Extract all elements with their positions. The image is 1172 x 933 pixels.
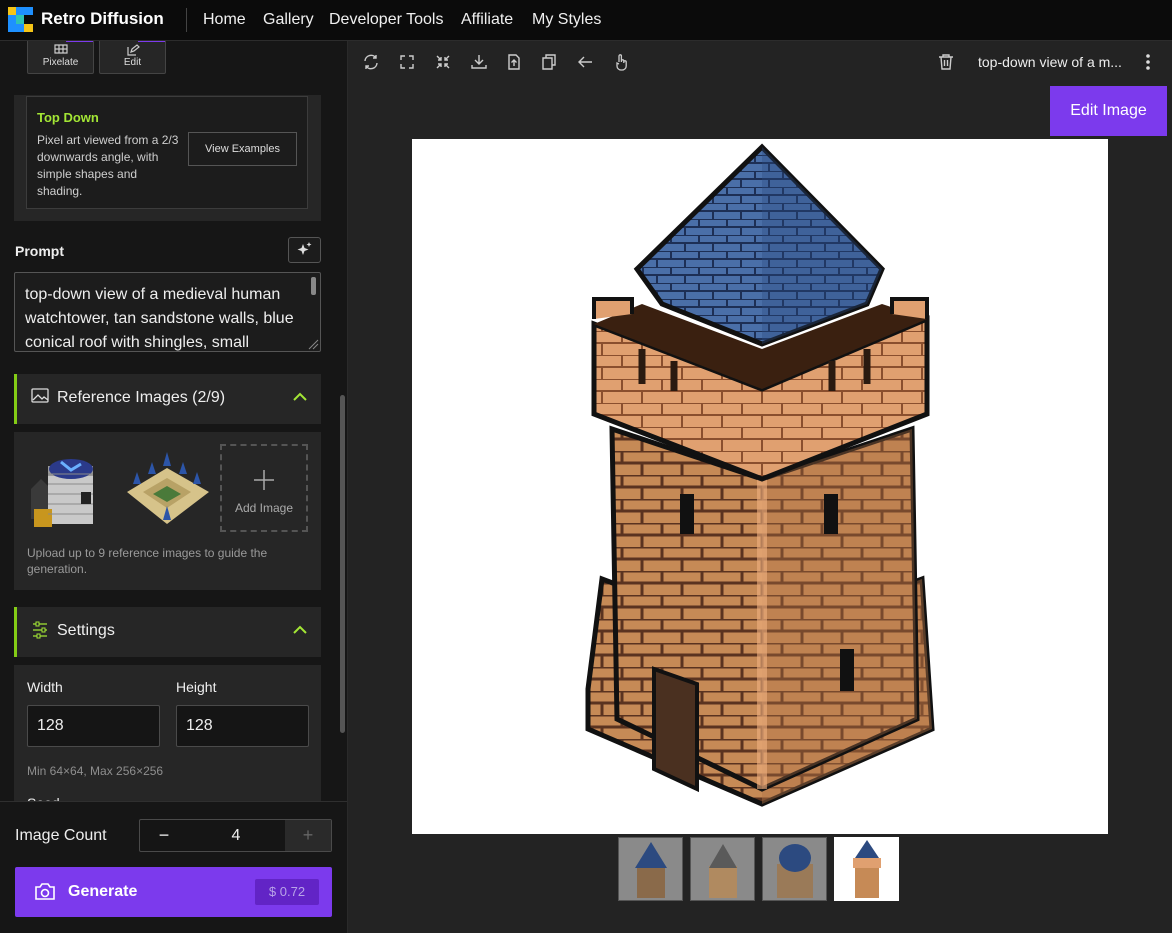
tower-thumbnail <box>709 844 737 898</box>
style-card: Top Down Pixel art viewed from a 2/3 dow… <box>14 95 321 221</box>
reference-image-2[interactable] <box>123 444 211 532</box>
width-input[interactable]: 128 <box>27 705 160 747</box>
nav-affiliate[interactable]: Affiliate <box>461 11 513 29</box>
generate-label: Generate <box>68 883 138 900</box>
grid-icon <box>54 44 68 54</box>
tower-thumbnail <box>853 840 881 898</box>
top-nav-bar: Retro Diffusion Home Gallery Developer T… <box>0 0 1172 41</box>
accent-bar <box>138 41 165 42</box>
pixelate-label: Pixelate <box>42 57 79 68</box>
image-title: top-down view of a m... <box>978 54 1122 70</box>
reference-images-title: Reference Images (2/9) <box>57 389 226 406</box>
edit-image-button[interactable]: Edit Image <box>1050 86 1167 136</box>
tower-ref-image <box>26 444 114 532</box>
size-limits-text: Min 64×64, Max 256×256 <box>27 764 164 778</box>
retro-diffusion-logo[interactable] <box>8 7 33 32</box>
image-icon <box>31 388 49 403</box>
chevron-up-icon[interactable] <box>293 625 307 634</box>
nav-my-styles[interactable]: My Styles <box>532 11 601 29</box>
pointer-icon[interactable] <box>612 53 630 71</box>
sidebar: Pixelate Edit Top Down Pixel art viewed … <box>0 41 348 933</box>
thumbnail-3[interactable] <box>762 837 827 901</box>
enhance-prompt-button[interactable] <box>288 237 321 263</box>
image-count-label: Image Count <box>15 827 107 844</box>
copy-icon[interactable] <box>540 53 558 71</box>
nav-gallery[interactable]: Gallery <box>263 11 314 29</box>
increment-button[interactable]: + <box>285 820 331 851</box>
download-icon[interactable] <box>470 53 488 71</box>
nav-developer-tools[interactable]: Developer Tools <box>329 11 443 29</box>
trash-icon[interactable] <box>937 53 955 71</box>
style-title: Top Down <box>37 110 99 125</box>
settings-title: Settings <box>57 622 115 639</box>
style-description: Pixel art viewed from a 2/3 downwards an… <box>37 133 179 198</box>
accent-bar <box>66 41 93 42</box>
nav-home[interactable]: Home <box>203 11 246 29</box>
reference-images-header[interactable]: Reference Images (2/9) <box>14 374 321 424</box>
sliders-icon <box>33 621 47 639</box>
resize-handle-icon[interactable] <box>308 339 319 350</box>
width-label: Width <box>27 679 63 695</box>
reference-image-1[interactable] <box>26 444 114 532</box>
sidebar-scrollbar[interactable] <box>340 395 345 733</box>
image-count-stepper: − 4 + <box>139 819 332 852</box>
reference-images-panel: Add Image Upload up to 9 reference image… <box>14 432 321 590</box>
castle-ref-image <box>123 444 211 532</box>
pixelate-button[interactable]: Pixelate <box>27 41 94 74</box>
prompt-textarea[interactable]: top-down view of a medieval human watcht… <box>14 272 321 352</box>
view-examples-button[interactable]: View Examples <box>188 132 297 166</box>
sparkle-icon <box>297 242 312 255</box>
add-image-button[interactable]: Add Image <box>220 444 308 532</box>
tower-thumbnail <box>777 844 813 898</box>
brand-name[interactable]: Retro Diffusion <box>41 9 164 29</box>
generate-price: $ 0.72 <box>255 879 319 905</box>
settings-header[interactable]: Settings <box>14 607 321 657</box>
prompt-scrollbar[interactable] <box>311 277 316 295</box>
shrink-icon[interactable] <box>434 53 452 71</box>
back-arrow-icon[interactable] <box>576 53 594 71</box>
decrement-button[interactable]: − <box>140 820 188 851</box>
thumbnail-1[interactable] <box>618 837 683 901</box>
edit-label: Edit <box>123 57 142 68</box>
prompt-label: Prompt <box>15 243 64 259</box>
thumbnail-2[interactable] <box>690 837 755 901</box>
height-label: Height <box>176 679 217 695</box>
watchtower-pixel-art <box>585 143 935 807</box>
generate-button[interactable]: Generate $ 0.72 <box>15 867 332 917</box>
generate-panel: Image Count − 4 + Generate $ 0.72 <box>0 801 347 933</box>
tower-thumbnail <box>635 842 667 898</box>
chevron-up-icon[interactable] <box>293 392 307 401</box>
refresh-icon[interactable] <box>362 53 380 71</box>
add-image-label: Add Image <box>234 501 294 515</box>
plus-icon <box>254 470 274 490</box>
nav-divider <box>186 8 187 32</box>
image-count-value[interactable]: 4 <box>188 820 284 851</box>
camera-icon <box>35 883 55 900</box>
style-info: Top Down Pixel art viewed from a 2/3 dow… <box>26 96 308 209</box>
edit-button[interactable]: Edit <box>99 41 166 74</box>
image-canvas[interactable] <box>412 139 1108 834</box>
height-input[interactable]: 128 <box>176 705 309 747</box>
more-vertical-icon[interactable] <box>1143 53 1153 71</box>
reference-help-text: Upload up to 9 reference images to guide… <box>27 546 268 576</box>
settings-panel: Width Height 128 128 Min 64×64, Max 256×… <box>14 665 321 815</box>
edit-icon <box>127 44 140 56</box>
thumbnail-4-selected[interactable] <box>834 837 899 901</box>
upload-icon[interactable] <box>505 53 523 71</box>
expand-icon[interactable] <box>398 53 416 71</box>
